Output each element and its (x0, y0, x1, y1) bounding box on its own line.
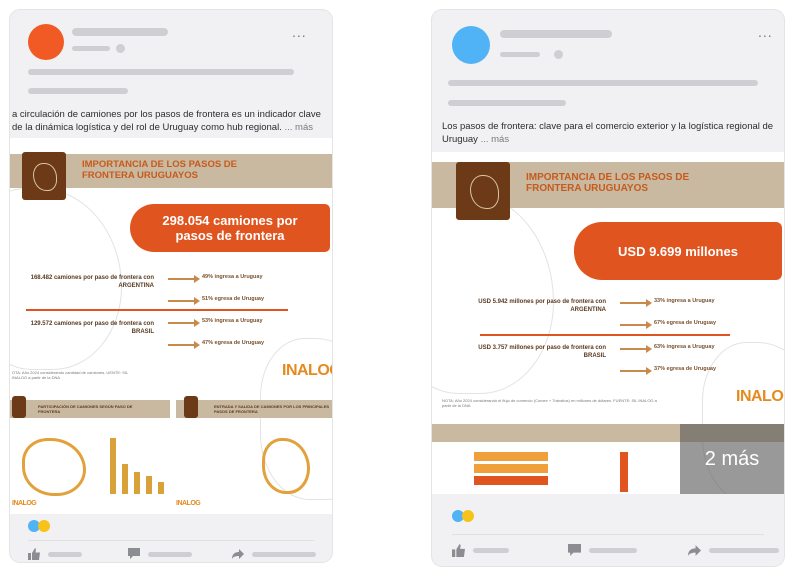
see-more-link[interactable]: ... más (285, 122, 314, 133)
more-options-icon[interactable]: ... (292, 24, 307, 40)
post-card-right: ... Los pasos de frontera: clave para el… (432, 10, 784, 566)
source-note: OTA: Año 2024 considerando cantidad de c… (12, 370, 129, 380)
inalog-logo: INALOG (12, 500, 37, 507)
uruguay-map-icon (456, 162, 510, 220)
visibility-icon (116, 44, 125, 53)
brasil-inbound: 53% ingresa a Uruguay (202, 318, 263, 324)
comment-button[interactable] (568, 544, 637, 557)
author-name-placeholder (72, 28, 168, 36)
thumbnail-table (434, 450, 554, 494)
more-options-icon[interactable]: ... (758, 24, 773, 40)
comment-button[interactable] (128, 548, 192, 560)
caption-text: a circulación de camiones por los pasos … (12, 109, 321, 133)
arrow-icon (620, 367, 652, 374)
argentina-outbound: 67% egresa de Uruguay (654, 320, 717, 326)
brasil-outbound: 37% egresa de Uruguay (654, 366, 717, 372)
inalog-logo: INALOG (176, 500, 201, 507)
share-icon (688, 545, 701, 556)
argentina-inbound: 33% ingresa a Uruguay (654, 298, 715, 304)
text-placeholder-line (28, 69, 294, 75)
uruguay-map-icon (22, 152, 66, 200)
text-placeholder-line (448, 80, 758, 86)
arrow-icon (168, 341, 200, 348)
thumbnail-bar-chart (620, 448, 640, 492)
post-meta-placeholder (500, 52, 540, 57)
comment-icon (568, 544, 581, 556)
arrow-icon (168, 275, 200, 282)
like-button[interactable] (28, 548, 82, 560)
visibility-icon (554, 50, 563, 59)
uruguay-map-icon (12, 396, 26, 418)
thumbs-up-icon (28, 548, 40, 560)
brasil-total: USD 3.757 millones por paso de frontera … (478, 345, 606, 359)
text-placeholder-line (28, 88, 128, 94)
inalog-logo: INALOG (736, 388, 784, 405)
inalog-logo: INALOG (282, 362, 332, 379)
arrow-icon (168, 319, 200, 326)
divider (28, 540, 314, 541)
avatar[interactable] (28, 24, 64, 60)
argentina-outbound: 51% egresa de Uruguay (202, 296, 265, 302)
panel-title: ENTRADA Y SALIDA DE CAMIONES POR LOS PRI… (214, 404, 330, 414)
like-button[interactable] (452, 544, 509, 557)
map-outline (432, 192, 554, 394)
argentina-total: USD 5.942 millones por paso de frontera … (478, 299, 606, 313)
comment-icon (128, 548, 140, 559)
highlight-total: USD 9.699 millones (574, 222, 782, 280)
argentina-total: 168.482 camiones por paso de frontera co… (30, 275, 154, 289)
uruguay-map-icon (184, 396, 198, 418)
text-placeholder-line (448, 100, 566, 106)
reaction-icon[interactable] (38, 520, 50, 532)
divider (26, 309, 288, 311)
share-icon (232, 549, 244, 559)
divider (452, 534, 764, 535)
post-meta-placeholder (72, 46, 110, 51)
infographic-title: IMPORTANCIA DE LOS PASOS DE FRONTERA URU… (82, 159, 238, 181)
arrow-icon (620, 299, 652, 306)
see-more-link[interactable]: ... más (481, 134, 510, 145)
post-caption: a circulación de camiones por los pasos … (12, 108, 324, 134)
arrow-icon (168, 297, 200, 304)
share-button[interactable] (688, 544, 779, 557)
post-card-left: ... a circulación de camiones por los pa… (10, 10, 332, 562)
post-image[interactable]: IMPORTANCIA DE LOS PASOS DE FRONTERA URU… (10, 138, 332, 514)
brasil-inbound: 63% ingresa a Uruguay (654, 344, 715, 350)
brasil-total: 129.572 camiones por paso de frontera co… (30, 321, 154, 335)
avatar[interactable] (452, 26, 490, 64)
source-note: NOTA: Año 2024 considerando el flujo de … (442, 398, 657, 408)
post-image[interactable]: IMPORTANCIA DE LOS PASOS DE FRONTERA URU… (432, 152, 784, 494)
share-button[interactable] (232, 548, 316, 560)
reaction-icon[interactable] (462, 510, 474, 522)
post-caption: Los pasos de frontera: clave para el com… (442, 120, 778, 146)
panel-bar-chart (110, 434, 166, 494)
panel-map (22, 438, 86, 496)
panel-title: PARTICIPACIÓN DE CAMIONES SEGÚN PASO DE … (38, 404, 133, 414)
infographic-title: IMPORTANCIA DE LOS PASOS DE FRONTERA URU… (526, 172, 690, 195)
thumbs-up-icon (452, 544, 465, 557)
argentina-inbound: 49% ingresa a Uruguay (202, 274, 263, 280)
brasil-outbound: 47% egresa de Uruguay (202, 340, 265, 346)
highlight-total: 298.054 camiones por pasos de frontera (130, 204, 330, 252)
arrow-icon (620, 321, 652, 328)
arrow-icon (620, 345, 652, 352)
more-photos-overlay[interactable]: 2 más (680, 424, 784, 494)
author-name-placeholder (500, 30, 612, 38)
divider (480, 334, 730, 336)
